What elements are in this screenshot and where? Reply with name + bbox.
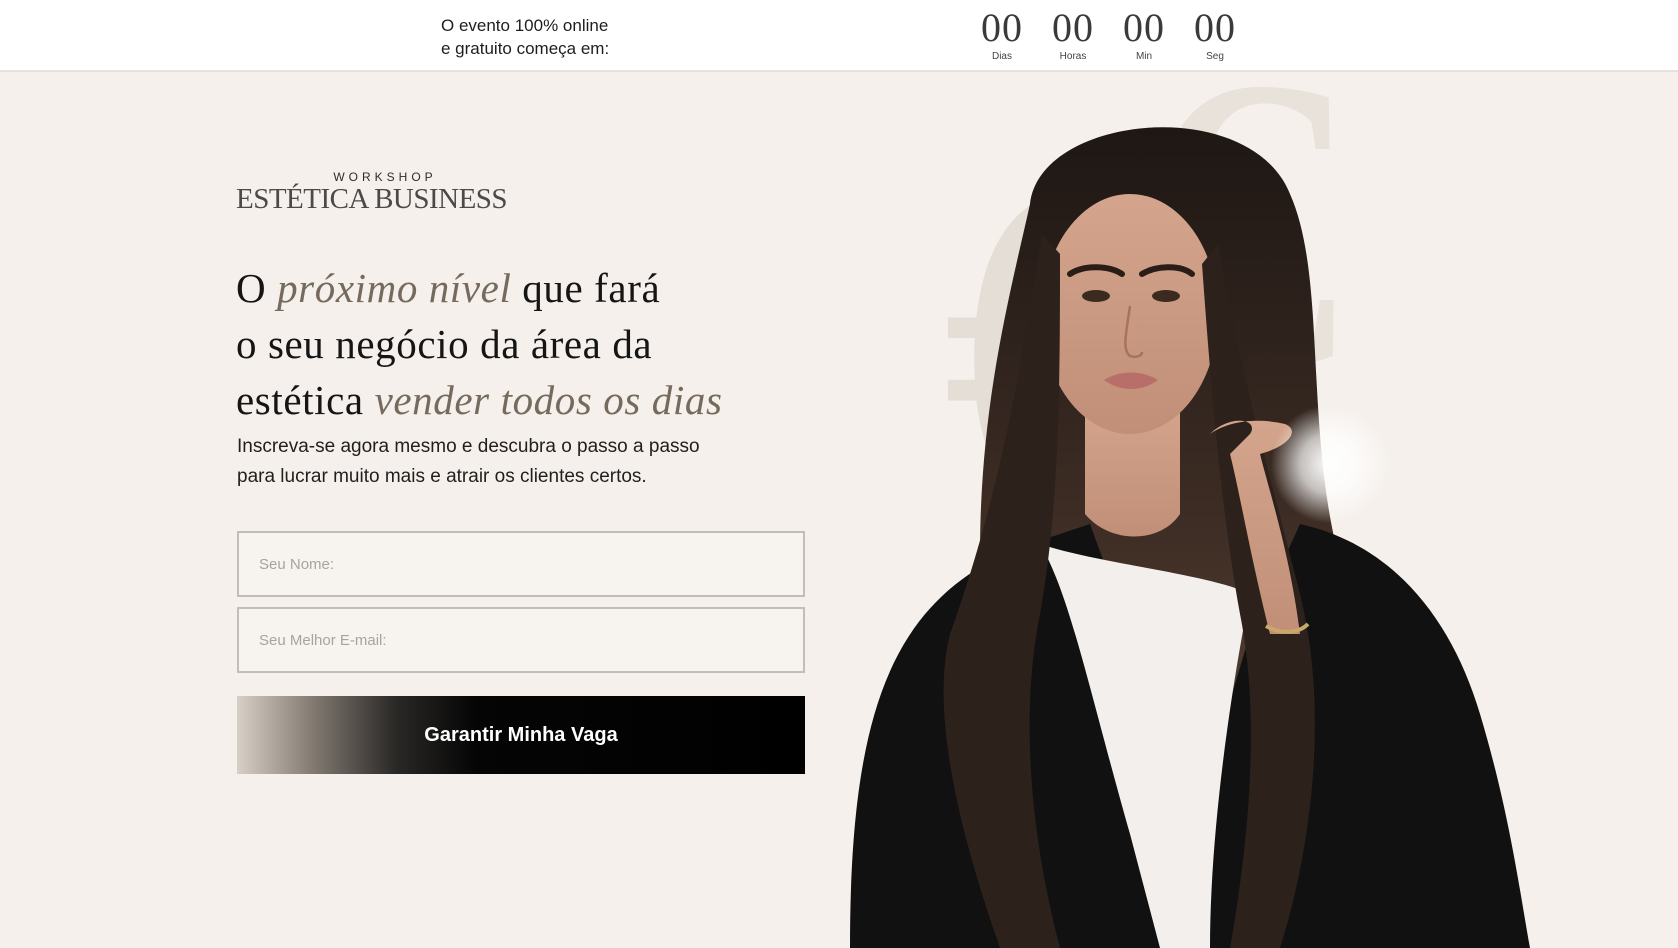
countdown-minutes: 00 Min <box>1117 5 1171 63</box>
countdown-days-value: 00 <box>981 5 1023 50</box>
register-button[interactable]: Garantir Minha Vaga <box>237 696 805 774</box>
countdown-timer: 00 Dias 00 Horas 00 Min 00 Seg <box>975 5 1242 63</box>
headline-accent-1: próximo nível <box>277 265 512 311</box>
headline-text-1: O <box>236 265 278 311</box>
headline-accent-2: vender todos os dias <box>374 377 723 423</box>
countdown-days-label: Dias <box>991 51 1012 62</box>
countdown-bar: O evento 100% online e gratuito começa e… <box>0 0 1678 72</box>
light-flare <box>1270 404 1390 524</box>
hero-image: € € <box>830 74 1550 948</box>
subtitle-line1: Inscreva-se agora mesmo e descubra o pas… <box>237 436 700 457</box>
headline-text-4: estética <box>236 377 375 423</box>
countdown-minutes-value: 00 <box>1123 5 1165 50</box>
email-field <box>237 607 805 673</box>
countdown-caption-line1: O evento 100% online <box>441 16 609 35</box>
countdown-caption: O evento 100% online e gratuito começa e… <box>441 14 609 60</box>
name-field <box>237 531 805 597</box>
email-input[interactable] <box>239 609 803 671</box>
brand-logo-subtitle: WORKSHOP <box>333 170 437 184</box>
countdown-seconds-value: 00 <box>1194 5 1236 50</box>
countdown-minutes-label: Min <box>1135 51 1153 62</box>
brand-logo: WORKSHOP ESTÉTICA BUSINESS <box>236 170 526 214</box>
portrait-photo <box>850 127 1530 948</box>
countdown-hours-value: 00 <box>1052 5 1094 50</box>
countdown-days: 00 Dias <box>975 5 1029 63</box>
headline-text-2: que fará <box>511 265 661 311</box>
brand-logo-title: ESTÉTICA BUSINESS <box>236 183 508 215</box>
countdown-caption-line2: e gratuito começa em: <box>441 39 610 58</box>
subtitle-line2: para lucrar muito mais e atrair os clien… <box>237 466 647 487</box>
name-input[interactable] <box>239 533 803 595</box>
countdown-hours-label: Horas <box>1059 51 1087 62</box>
countdown-seconds-label: Seg <box>1206 51 1224 62</box>
countdown-hours: 00 Horas <box>1046 5 1100 63</box>
countdown-seconds: 00 Seg <box>1188 5 1242 63</box>
headline-text-3: o seu negócio da área da <box>236 321 653 367</box>
hero-subtitle: Inscreva-se agora mesmo e descubra o pas… <box>237 432 797 492</box>
hero-headline: O próximo nível que fará o seu negócio d… <box>236 260 836 428</box>
